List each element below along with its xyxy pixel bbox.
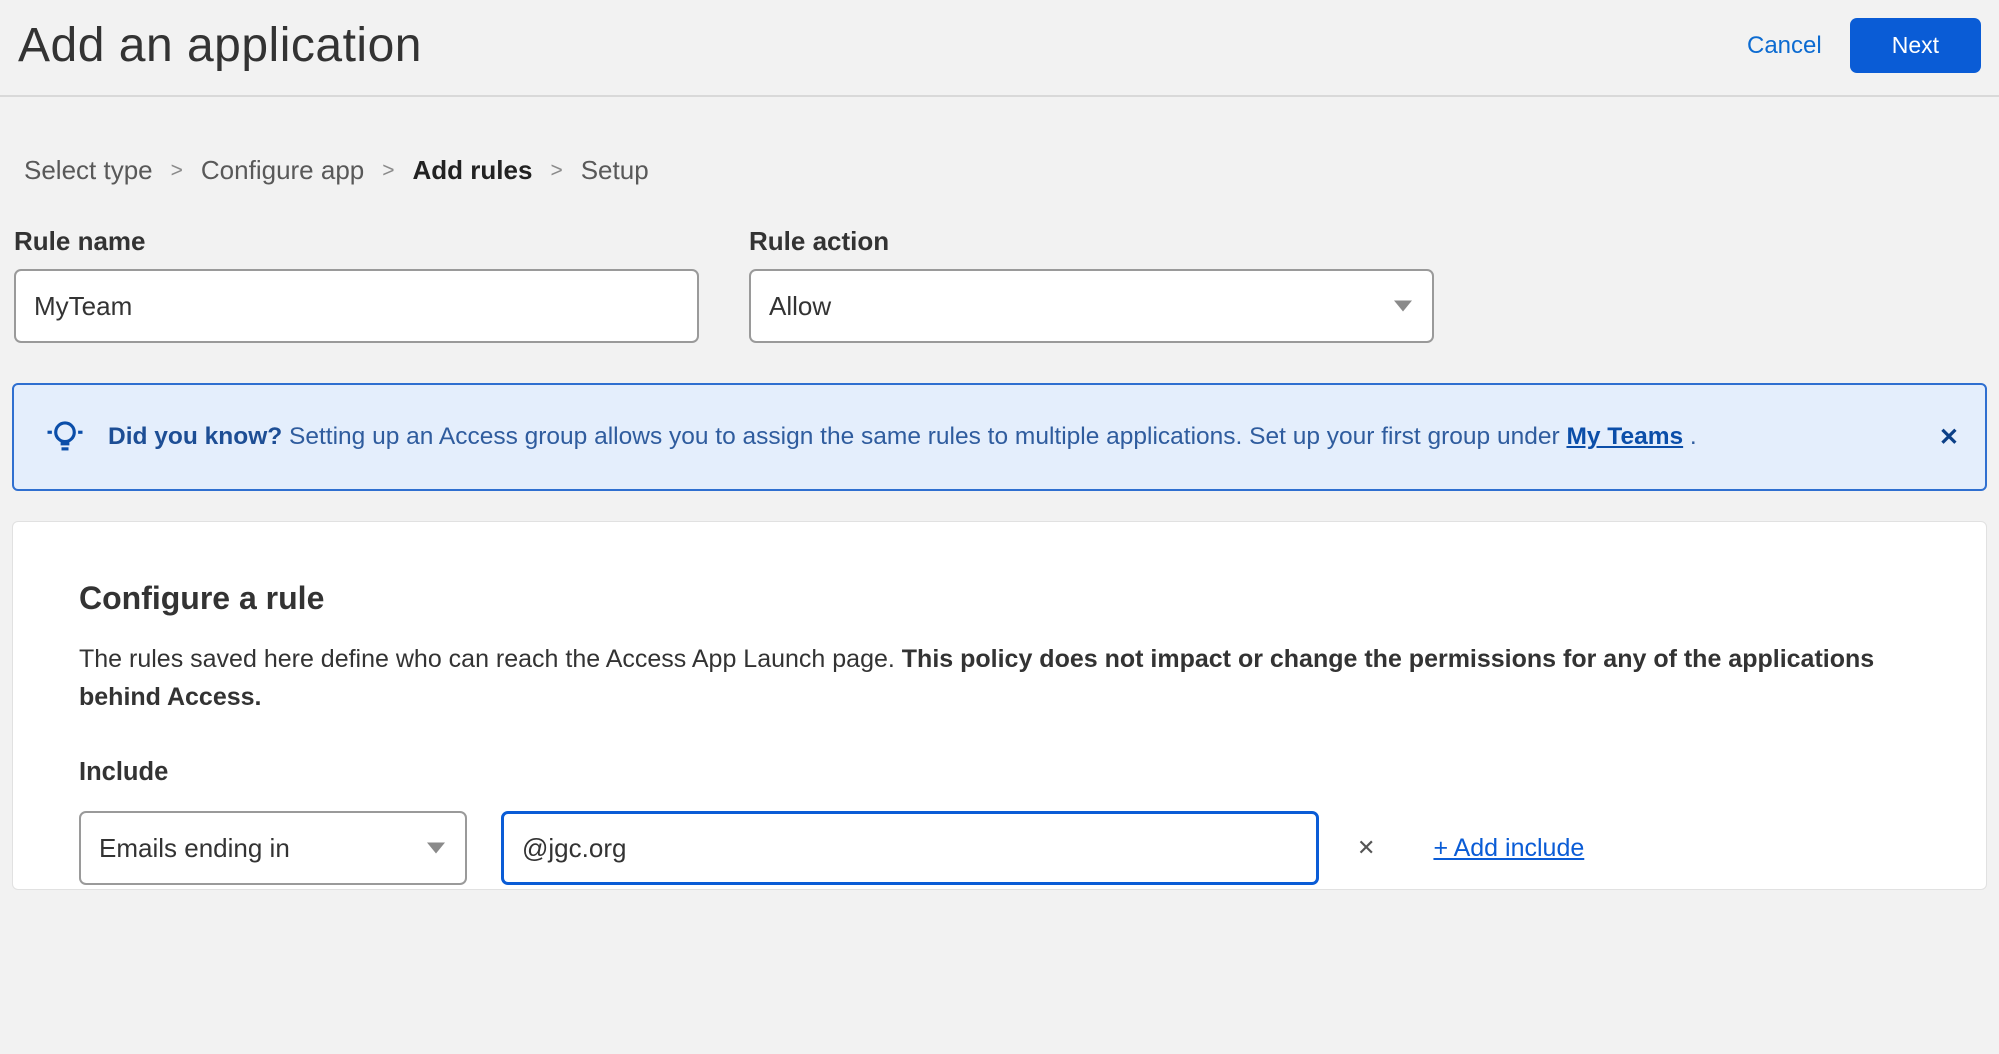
rule-action-field: Rule action Allow — [749, 226, 1434, 343]
info-banner: Did you know? Setting up an Access group… — [12, 383, 1987, 491]
breadcrumb: Select type > Configure app > Add rules … — [0, 97, 1999, 226]
rule-action-select[interactable]: Allow — [749, 269, 1434, 343]
page-header: Add an application Cancel Next — [0, 0, 1999, 97]
rule-action-label: Rule action — [749, 226, 1434, 257]
header-actions: Cancel Next — [1747, 18, 1981, 73]
rule-name-label: Rule name — [14, 226, 699, 257]
info-banner-body: Setting up an Access group allows you to… — [282, 423, 1566, 450]
rule-form-row: Rule name Rule action Allow — [0, 226, 1999, 373]
info-banner-after: . — [1683, 423, 1697, 450]
chevron-down-icon — [427, 843, 445, 854]
cancel-button[interactable]: Cancel — [1747, 32, 1822, 60]
add-include-button[interactable]: + Add include — [1433, 834, 1584, 863]
breadcrumb-step-select-type[interactable]: Select type — [24, 155, 153, 186]
next-button[interactable]: Next — [1850, 18, 1981, 73]
page-title: Add an application — [18, 18, 422, 73]
configure-rule-description: The rules saved here define who can reac… — [79, 641, 1920, 716]
rule-name-input[interactable] — [14, 269, 699, 343]
configure-rule-title: Configure a rule — [79, 580, 1920, 617]
breadcrumb-separator: > — [550, 159, 562, 183]
include-selector-value[interactable]: Emails ending in — [79, 811, 467, 885]
lightbulb-icon — [44, 413, 86, 461]
include-value-input[interactable] — [501, 811, 1319, 885]
breadcrumb-step-setup[interactable]: Setup — [581, 155, 649, 186]
info-banner-strong: Did you know? — [108, 423, 282, 450]
close-icon[interactable]: ✕ — [1939, 423, 1959, 452]
include-selector[interactable]: Emails ending in — [79, 811, 467, 885]
include-label: Include — [79, 758, 1920, 787]
include-row: Emails ending in ✕ + Add include — [79, 811, 1920, 889]
rule-action-value[interactable]: Allow — [749, 269, 1434, 343]
remove-include-button[interactable]: ✕ — [1353, 835, 1379, 861]
breadcrumb-separator: > — [171, 159, 183, 183]
rule-name-field: Rule name — [14, 226, 699, 343]
breadcrumb-step-add-rules[interactable]: Add rules — [413, 155, 533, 186]
breadcrumb-separator: > — [382, 159, 394, 183]
configure-rule-card: Configure a rule The rules saved here de… — [12, 521, 1987, 890]
configure-rule-desc-plain: The rules saved here define who can reac… — [79, 645, 902, 673]
info-banner-link[interactable]: My Teams — [1566, 423, 1683, 450]
chevron-down-icon — [1394, 301, 1412, 312]
info-banner-text: Did you know? Setting up an Access group… — [108, 419, 1897, 455]
breadcrumb-step-configure-app[interactable]: Configure app — [201, 155, 364, 186]
